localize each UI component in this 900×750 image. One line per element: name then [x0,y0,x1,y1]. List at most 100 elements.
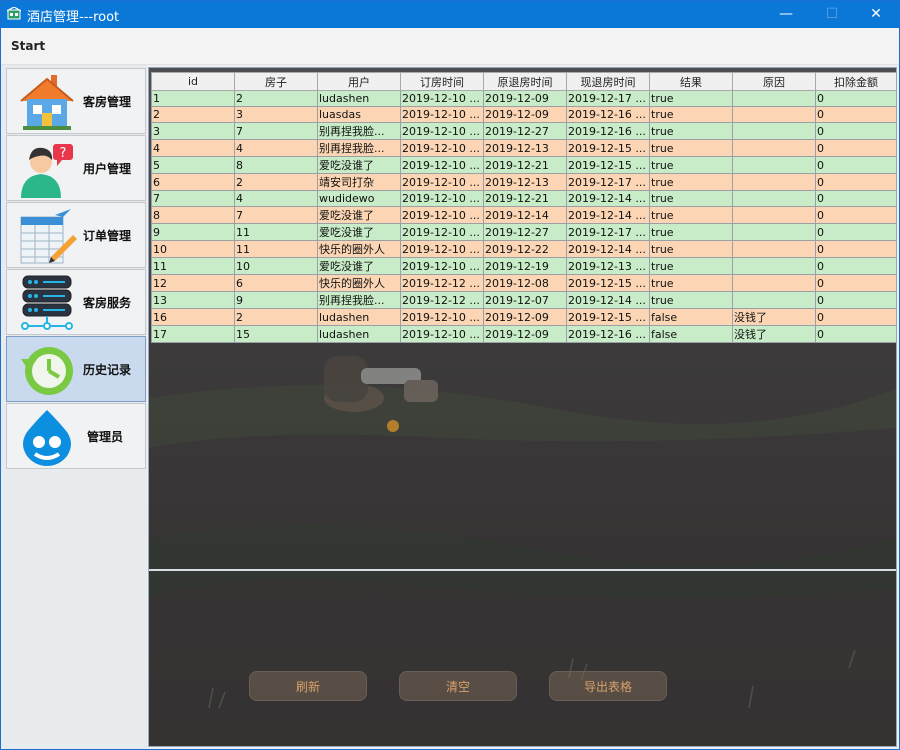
table-cell[interactable]: 11 [234,223,318,241]
table-cell[interactable]: wudidewo [317,190,401,207]
table-cell[interactable]: 2019-12-21 [483,156,567,174]
table-cell[interactable]: 2019-12-10 ... [400,156,484,174]
table-cell[interactable]: 15 [234,325,318,343]
table-cell[interactable]: 2019-12-15 ... [566,139,650,157]
column-header[interactable]: 用户 [317,72,401,91]
maximize-button[interactable]: ☐ [809,1,855,28]
table-cell[interactable]: 爱吃没谁了 [317,223,401,241]
table-cell[interactable]: 2019-12-09 [483,308,567,326]
table-cell[interactable]: 0 [815,139,896,157]
table-cell[interactable]: 2019-12-09 [483,106,567,123]
sidebar-item-user-management[interactable]: ? 用户管理 [6,135,146,201]
table-row[interactable]: 3 7 别再捏我脸... 2019-12-10 ... 2019-12-27 2019-1… [151,122,896,140]
table-cell[interactable]: 2019-12-10 ... [400,139,484,157]
table-cell[interactable]: false [649,308,733,326]
table-cell[interactable]: 2019-12-14 ... [566,240,650,258]
table-cell[interactable]: 10 [151,240,235,258]
table-cell[interactable]: 2019-12-10 ... [400,206,484,224]
column-header[interactable]: id [151,72,235,91]
table-cell[interactable]: ludashen [317,90,401,107]
table-cell[interactable]: 1 [151,90,235,107]
table-cell[interactable]: 0 [815,291,896,309]
table-cell[interactable]: 2019-12-14 ... [566,190,650,207]
table-cell[interactable]: 2019-12-10 ... [400,106,484,123]
table-cell[interactable]: 2019-12-10 ... [400,122,484,140]
table-row[interactable]: 11 10 爱吃没谁了 2019-12-10 ... 2019-12-19 2019-12… [151,257,896,275]
table-row[interactable]: 12 6 快乐的圈外人 2019-12-12 ... 2019-12-08 2019-12… [151,274,896,292]
table-cell[interactable] [732,139,816,157]
table-cell[interactable]: 0 [815,173,896,191]
column-header[interactable]: 扣除金额 [815,72,896,91]
table-cell[interactable]: 11 [151,257,235,275]
table-cell[interactable] [732,291,816,309]
close-button[interactable]: ✕ [853,1,899,28]
table-cell[interactable]: 2019-12-14 ... [566,206,650,224]
table-cell[interactable]: true [649,106,733,123]
table-cell[interactable]: 没钱了 [732,325,816,343]
table-cell[interactable]: 2019-12-10 ... [400,173,484,191]
column-header[interactable]: 原因 [732,72,816,91]
table-cell[interactable]: true [649,257,733,275]
table-cell[interactable]: 0 [815,308,896,326]
table-cell[interactable]: 2 [234,90,318,107]
table-cell[interactable]: 2019-12-10 ... [400,90,484,107]
table-cell[interactable] [732,90,816,107]
table-cell[interactable]: 3 [234,106,318,123]
table-cell[interactable]: 17 [151,325,235,343]
table-row[interactable]: 10 11 快乐的圈外人 2019-12-10 ... 2019-12-22 2019-1… [151,240,896,258]
table-cell[interactable]: 10 [234,257,318,275]
table-cell[interactable]: false [649,325,733,343]
table-cell[interactable]: 2019-12-17 ... [566,173,650,191]
table-cell[interactable]: 0 [815,223,896,241]
table-cell[interactable] [732,240,816,258]
table-row[interactable]: 17 15 ludashen 2019-12-10 ... 2019-12-09 2019… [151,325,896,343]
table-cell[interactable]: 9 [234,291,318,309]
table-cell[interactable]: true [649,223,733,241]
table-cell[interactable]: 2019-12-09 [483,325,567,343]
column-header[interactable]: 原退房时间 [483,72,567,91]
table-cell[interactable]: 快乐的圈外人 [317,240,401,258]
table-cell[interactable]: 2019-12-13 [483,139,567,157]
table-cell[interactable]: 2 [234,308,318,326]
table-row[interactable]: 7 4 wudidewo 2019-12-10 ... 2019-12-21 2019-1… [151,190,896,207]
table-cell[interactable]: 快乐的圈外人 [317,274,401,292]
table-cell[interactable]: 2019-12-14 [483,206,567,224]
table-cell[interactable]: 2019-12-15 ... [566,156,650,174]
table-cell[interactable] [732,156,816,174]
table-cell[interactable]: 2019-12-13 [483,173,567,191]
table-cell[interactable] [732,122,816,140]
table-cell[interactable]: 靖安司打杂 [317,173,401,191]
column-header[interactable]: 结果 [649,72,733,91]
table-cell[interactable]: luasdas [317,106,401,123]
table-cell[interactable]: 爱吃没谁了 [317,257,401,275]
table-cell[interactable]: 0 [815,122,896,140]
table-row[interactable]: 8 7 爱吃没谁了 2019-12-10 ... 2019-12-14 2019-12-1… [151,206,896,224]
table-cell[interactable]: true [649,173,733,191]
table-cell[interactable]: 2019-12-12 ... [400,274,484,292]
table-cell[interactable]: 别再捏我脸... [317,139,401,157]
table-cell[interactable] [732,274,816,292]
table-cell[interactable]: 0 [815,90,896,107]
table-cell[interactable]: 2019-12-12 ... [400,291,484,309]
table-cell[interactable]: 2019-12-27 [483,223,567,241]
sidebar-item-admin[interactable]: 管理员 [6,403,146,469]
table-cell[interactable]: 2 [151,106,235,123]
column-header[interactable]: 现退房时间 [566,72,650,91]
table-row[interactable]: 16 2 ludashen 2019-12-10 ... 2019-12-09 2019-… [151,308,896,326]
refresh-button[interactable]: 刷新 [249,671,367,701]
table-cell[interactable]: 7 [234,122,318,140]
table-cell[interactable]: 2019-12-19 [483,257,567,275]
table-cell[interactable]: 2019-12-17 ... [566,90,650,107]
table-cell[interactable]: true [649,291,733,309]
table-cell[interactable] [732,106,816,123]
table-cell[interactable]: 8 [151,206,235,224]
table-cell[interactable]: 2019-12-13 ... [566,257,650,275]
table-cell[interactable] [732,173,816,191]
table-cell[interactable]: 0 [815,257,896,275]
table-cell[interactable] [732,257,816,275]
table-cell[interactable]: true [649,122,733,140]
table-cell[interactable]: 2 [234,173,318,191]
sidebar-item-history[interactable]: 历史记录 [6,336,146,402]
table-cell[interactable]: 3 [151,122,235,140]
table-row[interactable]: 9 11 爱吃没谁了 2019-12-10 ... 2019-12-27 2019-12-… [151,223,896,241]
